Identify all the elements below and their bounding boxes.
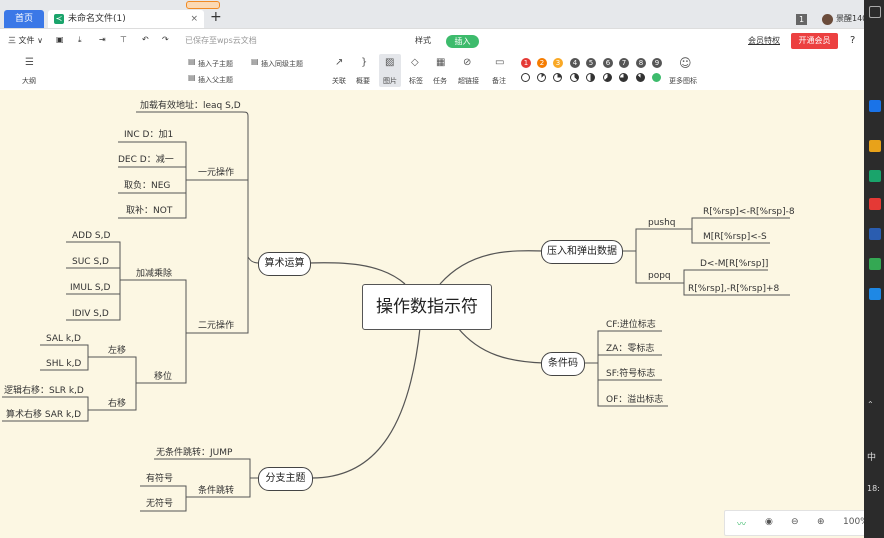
- node-za[interactable]: ZA：零标志: [606, 343, 654, 355]
- central-topic[interactable]: 操作数指示符: [362, 284, 492, 330]
- topic-stack[interactable]: 压入和弹出数据: [541, 240, 623, 264]
- node-signed[interactable]: 有符号: [146, 473, 173, 485]
- node-suc[interactable]: SUC S,D: [72, 256, 109, 268]
- clock: 18:: [867, 484, 880, 493]
- taskbar-app-icon[interactable]: [869, 140, 881, 152]
- node-push-1[interactable]: R[%rsp]<-R[%rsp]-8: [703, 206, 795, 218]
- input-language[interactable]: 中: [867, 450, 876, 463]
- taskbar-app-icon[interactable]: [869, 228, 881, 240]
- node-sf[interactable]: SF:符号标志: [606, 368, 655, 380]
- node-inc[interactable]: INC D：加1: [124, 129, 173, 141]
- topic-cond-codes[interactable]: 条件码: [541, 352, 585, 376]
- node-shift[interactable]: 移位: [154, 371, 172, 383]
- node-binary[interactable]: 二元操作: [198, 320, 234, 332]
- node-unary[interactable]: 一元操作: [198, 167, 234, 179]
- node-imul[interactable]: IMUL S,D: [70, 282, 110, 294]
- node-slr[interactable]: 逻辑右移：SLR k,D: [4, 385, 84, 397]
- node-unsigned[interactable]: 无符号: [146, 498, 173, 510]
- taskbar-app-icon[interactable]: [869, 288, 881, 300]
- node-pop-1[interactable]: D<-M[R[%rsp]]: [700, 258, 768, 270]
- node-right-shift[interactable]: 右移: [108, 398, 126, 410]
- node-sal[interactable]: SAL k,D: [46, 333, 81, 345]
- node-cf[interactable]: CF:进位标志: [606, 319, 656, 331]
- node-jump[interactable]: 无条件跳转：JUMP: [156, 447, 232, 459]
- node-addmul[interactable]: 加减乘除: [136, 268, 172, 280]
- node-popq[interactable]: popq: [648, 270, 671, 282]
- locate-icon[interactable]: ◉: [765, 517, 773, 527]
- node-cond-jump[interactable]: 条件跳转: [198, 485, 234, 497]
- topic-arith[interactable]: 算术运算: [258, 252, 311, 276]
- node-leaq[interactable]: 加载有效地址：leaq S,D: [140, 100, 241, 112]
- node-of[interactable]: OF：溢出标志: [606, 394, 663, 406]
- node-left-shift[interactable]: 左移: [108, 345, 126, 357]
- desktop-taskbar: ⌃ 中 18:: [864, 0, 884, 538]
- node-idiv[interactable]: IDIV S,D: [72, 308, 109, 320]
- taskbar-app-icon[interactable]: [869, 198, 881, 210]
- taskbar-app-icon[interactable]: [869, 258, 881, 270]
- node-shl[interactable]: SHL k,D: [46, 358, 81, 370]
- taskbar-app-icon[interactable]: [869, 170, 881, 182]
- node-neg[interactable]: 取负：NEG: [124, 180, 170, 192]
- node-not[interactable]: 取补：NOT: [126, 205, 172, 217]
- taskbar-app-icon[interactable]: [869, 100, 881, 112]
- node-dec[interactable]: DEC D：减一: [118, 154, 174, 166]
- node-push-2[interactable]: M[R[%rsp]<-S: [703, 231, 767, 243]
- zoom-in-icon[interactable]: ⊕: [817, 517, 825, 527]
- chevron-up-icon[interactable]: ⌃: [867, 400, 874, 409]
- maximize-icon[interactable]: [869, 6, 881, 18]
- topic-branch[interactable]: 分支主题: [258, 467, 313, 491]
- node-pop-2[interactable]: R[%rsp],-R[%rsp]+8: [688, 283, 779, 295]
- minimap-icon[interactable]: 〰: [737, 517, 746, 530]
- zoom-out-icon[interactable]: ⊖: [791, 517, 799, 527]
- node-pushq[interactable]: pushq: [648, 217, 676, 229]
- zoom-controls: 〰 ◉ ⊖ ⊕ 100%: [724, 510, 869, 536]
- node-sar[interactable]: 算术右移 SAR k,D: [6, 409, 81, 421]
- node-add[interactable]: ADD S,D: [72, 230, 110, 242]
